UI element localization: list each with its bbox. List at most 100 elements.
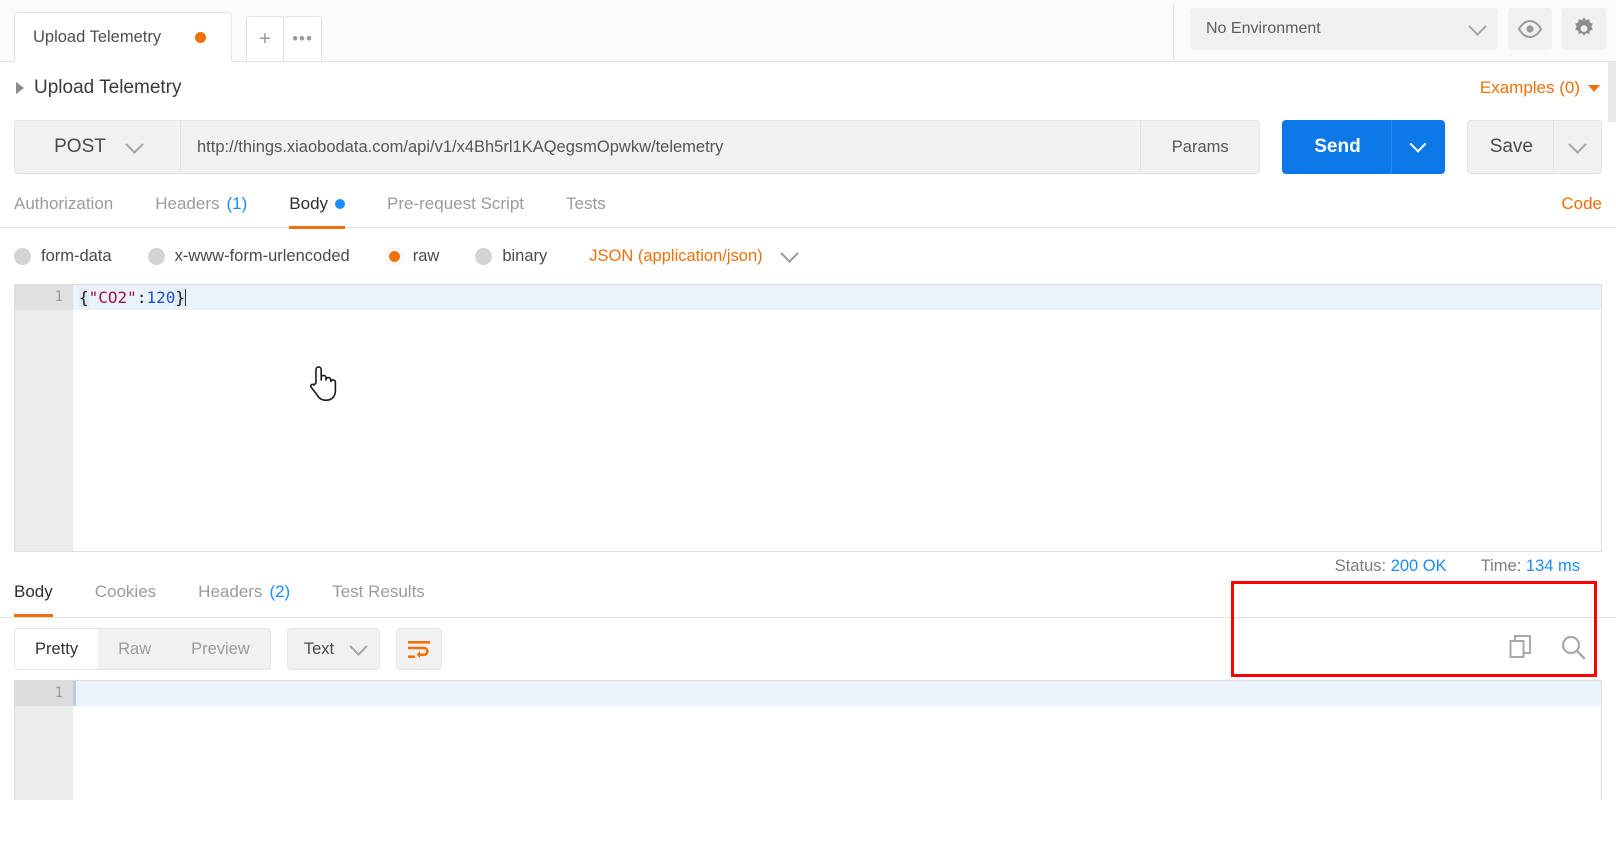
request-tab-upload-telemetry[interactable]: Upload Telemetry [14,12,232,62]
expand-triangle-icon[interactable] [16,82,24,94]
save-options-button[interactable] [1553,121,1601,173]
examples-dropdown[interactable]: Examples (0) [1480,78,1600,98]
view-mode-raw[interactable]: Raw [98,629,171,669]
environment-select[interactable]: No Environment [1190,8,1498,50]
chevron-down-icon [1468,16,1487,36]
vertical-scrollbar[interactable] [1608,62,1616,122]
editor-code-area[interactable]: {"CO2":120} [73,285,1601,551]
unsaved-dot-icon [195,31,207,43]
chevron-down-icon [1409,135,1427,153]
copy-button[interactable] [1508,634,1534,665]
response-tab-cookies[interactable]: Cookies [95,568,156,616]
body-type-label: form-data [41,246,112,265]
settings-button[interactable] [1562,8,1606,50]
tab-label: Pre-request Script [387,193,525,213]
body-type-label: raw [412,246,440,265]
save-button[interactable]: Save [1466,120,1602,174]
radio-selected-icon [385,247,403,265]
json-open-brace: { [79,288,89,307]
time-label: Time: [1480,557,1522,575]
line-number: 1 [15,285,73,310]
request-tabs: Authorization Headers (1) Body Pre-reque… [0,180,1616,229]
response-actions [1508,634,1602,665]
code-link[interactable]: Code [1561,194,1602,214]
response-gutter: 1 [15,681,73,800]
json-key: "CO2" [88,288,137,307]
request-tab-label: Upload Telemetry [33,27,162,46]
body-type-form-data[interactable]: form-data [14,247,112,266]
body-type-binary[interactable]: binary [475,247,547,266]
tab-body[interactable]: Body [289,180,346,229]
http-method-value: POST [54,136,106,157]
tab-label: Headers [198,581,263,601]
tab-label: Cookies [94,581,157,601]
response-tab-body[interactable]: Body [14,568,53,617]
params-button[interactable]: Params [1140,120,1261,174]
tab-authorization[interactable]: Authorization [14,180,113,228]
chevron-down-icon [125,134,144,154]
tab-label: Body [289,193,329,213]
tab-count: (2) [269,581,291,601]
url-input[interactable]: http://things.xiaobodata.com/api/v1/x4Bh… [180,120,1141,174]
postman-window: Upload Telemetry + ••• No Environment Up… [0,0,1616,860]
status-label: Status: [1334,557,1387,575]
tab-options-button[interactable]: ••• [284,16,322,62]
editor-line-1: {"CO2":120} [73,285,1601,310]
tab-headers[interactable]: Headers (1) [155,180,247,228]
tab-label: Tests [566,193,606,213]
view-mode-pretty[interactable]: Pretty [15,629,99,669]
content-type-value: JSON (application/json) [589,246,763,265]
tab-tests[interactable]: Tests [566,180,606,228]
tab-label: Headers [155,193,220,213]
tab-pre-request-script[interactable]: Pre-request Script [387,180,524,228]
body-type-raw[interactable]: raw [385,246,440,266]
line-number: 1 [15,681,73,706]
environment-select-value: No Environment [1206,20,1321,37]
new-tab-button[interactable]: + [246,16,284,62]
tab-label: Test Results [332,581,425,601]
view-mode-preview[interactable]: Preview [171,629,270,669]
status-badge: Status: 200 OK [1335,557,1447,576]
send-button[interactable]: Send [1282,120,1445,174]
word-wrap-button[interactable] [396,628,443,670]
top-right-controls: No Environment [1173,4,1606,60]
chevron-down-icon [1588,84,1600,92]
body-present-dot-icon [335,198,346,209]
json-close-brace: } [175,288,185,307]
environment-quick-look-button[interactable] [1508,8,1552,50]
chevron-down-icon [1568,134,1587,154]
chevron-down-icon [779,243,799,263]
radio-icon [147,247,165,265]
editor-gutter: 1 [15,285,73,551]
response-tab-test-results[interactable]: Test Results [332,568,425,616]
response-code-area[interactable] [73,681,1601,800]
response-format-select[interactable]: Text [286,628,381,670]
radio-icon [14,247,31,265]
search-icon [1561,635,1586,659]
response-tabs: Body Cookies Headers (2) Test Results St… [0,557,1616,618]
url-input-value: http://things.xiaobodata.com/api/v1/x4Bh… [197,137,724,156]
time-badge: Time: 134 ms [1481,557,1580,576]
json-colon: : [136,288,147,307]
tab-label: Body [14,581,53,601]
word-wrap-icon [408,641,431,658]
response-view-mode-group: Pretty Raw Preview [14,628,271,670]
copy-icon [1509,634,1531,658]
body-type-urlencoded[interactable]: x-www-form-urlencoded [147,246,350,266]
body-type-label: binary [502,246,548,265]
chevron-down-icon [349,636,368,656]
http-method-select[interactable]: POST [14,120,180,174]
request-body-editor[interactable]: 1 {"CO2":120} [14,284,1602,552]
content-type-select[interactable]: JSON (application/json) [589,243,799,266]
divider [1173,4,1174,60]
search-button[interactable] [1560,634,1586,665]
breadcrumb[interactable]: Upload Telemetry [16,77,182,99]
send-options-button[interactable] [1390,120,1445,174]
code-label: Code [1561,193,1602,213]
response-format-value: Text [303,639,335,658]
radio-icon [475,247,493,265]
eye-icon [1517,20,1543,38]
body-type-label: x-www-form-urlencoded [174,246,350,265]
response-tab-headers[interactable]: Headers (2) [198,568,290,616]
response-body-editor[interactable]: 1 [14,680,1602,800]
